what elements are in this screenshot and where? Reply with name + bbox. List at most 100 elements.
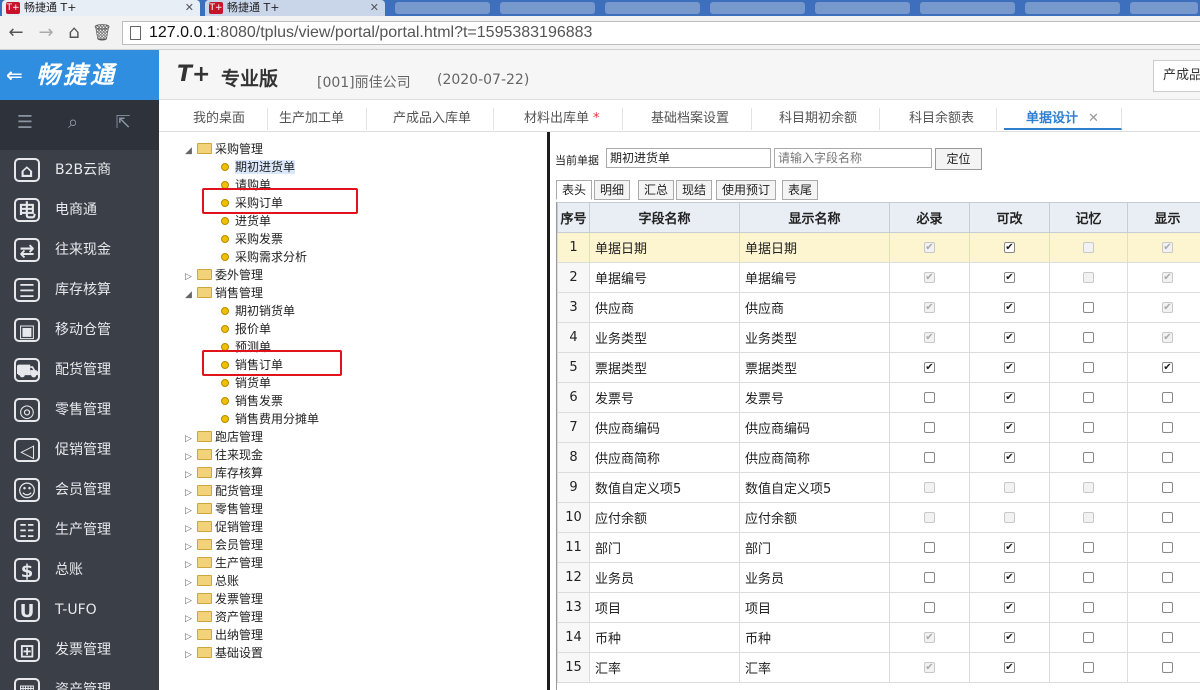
locate-button[interactable]: 定位 xyxy=(935,148,982,170)
url-input[interactable]: 127.0.0.1:8080/tplus/view/portal/portal.… xyxy=(122,21,1200,45)
function-tab[interactable]: 科目期初余额 xyxy=(757,108,881,130)
sidebar-item-4[interactable]: ☰ 库存核算 xyxy=(0,270,159,310)
table-row[interactable]: 5 票据类型 票据类型 xyxy=(557,352,1200,383)
editable-checkbox[interactable] xyxy=(1004,422,1015,433)
display-name-cell[interactable]: 应付余额 xyxy=(739,502,890,533)
tree-folder[interactable]: ▷ 资产管理 xyxy=(185,608,263,626)
current-bill-field[interactable]: 期初进货单 xyxy=(606,148,771,168)
memory-checkbox[interactable] xyxy=(1083,542,1094,553)
memory-checkbox[interactable] xyxy=(1083,572,1094,583)
browser-tab-collapsed[interactable] xyxy=(395,2,490,14)
browser-tab-collapsed[interactable] xyxy=(710,2,805,14)
required-checkbox[interactable] xyxy=(924,362,935,373)
required-checkbox[interactable] xyxy=(924,452,935,463)
forward-icon[interactable]: → xyxy=(36,22,56,44)
visible-checkbox[interactable] xyxy=(1162,422,1173,433)
function-tab[interactable]: 我的桌面 xyxy=(171,108,269,130)
sidebar-item-5[interactable]: ▣ 移动仓管 xyxy=(0,310,159,350)
tree-folder[interactable]: ◢ 采购管理 xyxy=(185,140,263,158)
search-icon[interactable]: ⌕ xyxy=(62,112,84,134)
editable-checkbox[interactable] xyxy=(1004,392,1015,403)
display-name-cell[interactable]: 项目 xyxy=(739,592,890,623)
sidebar-item-7[interactable]: ◎ 零售管理 xyxy=(0,390,159,430)
sidebar-item-14[interactable]: ▦ 资产管理 xyxy=(0,670,159,690)
table-row[interactable]: 13 项目 项目 xyxy=(557,592,1200,623)
memory-checkbox[interactable] xyxy=(1083,452,1094,463)
memory-checkbox[interactable] xyxy=(1083,332,1094,343)
required-checkbox[interactable] xyxy=(924,392,935,403)
function-tab[interactable]: 基础档案设置 xyxy=(629,108,753,130)
visible-checkbox[interactable] xyxy=(1162,392,1173,403)
browser-tab-collapsed[interactable] xyxy=(815,2,910,14)
display-name-cell[interactable]: 单据编号 xyxy=(739,262,890,293)
table-row[interactable]: 14 币种 币种 xyxy=(557,622,1200,653)
tree-leaf[interactable]: 销货单 xyxy=(221,374,271,392)
tree-folder[interactable]: ▷ 会员管理 xyxy=(185,536,263,554)
tree-folder[interactable]: ▷ 出纳管理 xyxy=(185,626,263,644)
editable-checkbox[interactable] xyxy=(1004,632,1015,643)
browser-tab-collapsed[interactable] xyxy=(605,2,700,14)
table-row[interactable]: 9 数值自定义项5 数值自定义项5 xyxy=(557,472,1200,503)
sidebar-item-1[interactable]: ⌂ B2B云商 xyxy=(0,150,159,190)
back-icon[interactable]: ← xyxy=(6,22,26,44)
visible-checkbox[interactable] xyxy=(1162,362,1173,373)
editable-checkbox[interactable] xyxy=(1004,272,1015,283)
sidebar-item-11[interactable]: $ 总账 xyxy=(0,550,159,590)
editable-checkbox[interactable] xyxy=(1004,302,1015,313)
tree-leaf[interactable]: 进货单 xyxy=(221,212,271,230)
table-row[interactable]: 15 汇率 汇率 xyxy=(557,652,1200,683)
function-tab[interactable]: 材料出库单 * xyxy=(502,108,623,130)
tree-leaf[interactable]: 采购发票 xyxy=(221,230,283,248)
memory-checkbox[interactable] xyxy=(1083,302,1094,313)
visible-checkbox[interactable] xyxy=(1162,662,1173,673)
close-tab-icon[interactable]: ✕ xyxy=(370,0,379,16)
section-tab[interactable]: 明细 xyxy=(594,180,631,200)
function-tab[interactable]: 产成品入库单 xyxy=(371,108,495,130)
function-tab[interactable]: 科目余额表 xyxy=(887,108,998,130)
tree-folder[interactable]: ▷ 委外管理 xyxy=(185,266,263,284)
sidebar-item-6[interactable]: ⛟ 配货管理 xyxy=(0,350,159,390)
tree-folder[interactable]: ◢ 销售管理 xyxy=(185,284,263,302)
tree-folder[interactable]: ▷ 零售管理 xyxy=(185,500,263,518)
tree-leaf[interactable]: 销售发票 xyxy=(221,392,283,410)
section-tab[interactable]: 使用预订 xyxy=(716,180,777,200)
field-search-input[interactable] xyxy=(774,148,932,168)
expand-arrow-icon[interactable]: ▷ xyxy=(185,646,197,664)
display-name-cell[interactable]: 供应商 xyxy=(739,292,890,323)
section-tab[interactable]: 汇总 xyxy=(638,180,675,200)
editable-checkbox[interactable] xyxy=(1004,242,1015,253)
tree-folder[interactable]: ▷ 配货管理 xyxy=(185,482,263,500)
table-row[interactable]: 6 发票号 发票号 xyxy=(557,382,1200,413)
trash-icon[interactable]: 🗑 xyxy=(92,22,112,44)
close-tab-icon[interactable]: ✕ xyxy=(185,0,194,16)
tree-folder[interactable]: ▷ 促销管理 xyxy=(185,518,263,536)
table-row[interactable]: 7 供应商编码 供应商编码 xyxy=(557,412,1200,443)
sidebar-item-9[interactable]: ☺ 会员管理 xyxy=(0,470,159,510)
required-checkbox[interactable] xyxy=(924,422,935,433)
section-tab[interactable]: 表尾 xyxy=(782,180,819,200)
sidebar-item-10[interactable]: ☷ 生产管理 xyxy=(0,510,159,550)
sidebar-item-12[interactable]: U T-UFO xyxy=(0,590,159,630)
memory-checkbox[interactable] xyxy=(1083,602,1094,613)
browser-tab-collapsed[interactable] xyxy=(1130,2,1198,14)
table-row[interactable]: 10 应付余额 应付余额 xyxy=(557,502,1200,533)
table-row[interactable]: 11 部门 部门 xyxy=(557,532,1200,563)
editable-checkbox[interactable] xyxy=(1004,602,1015,613)
table-row[interactable]: 1 单据日期 单据日期 xyxy=(557,232,1200,263)
panel-splitter[interactable] xyxy=(547,132,550,690)
display-name-cell[interactable]: 发票号 xyxy=(739,382,890,413)
browser-tab-collapsed[interactable] xyxy=(1025,2,1120,14)
display-name-cell[interactable]: 供应商编码 xyxy=(739,412,890,443)
visible-checkbox[interactable] xyxy=(1162,632,1173,643)
display-name-cell[interactable]: 业务类型 xyxy=(739,322,890,353)
table-row[interactable]: 2 单据编号 单据编号 xyxy=(557,262,1200,293)
tree-folder[interactable]: ▷ 生产管理 xyxy=(185,554,263,572)
visible-checkbox[interactable] xyxy=(1162,602,1173,613)
visible-checkbox[interactable] xyxy=(1162,572,1173,583)
memory-checkbox[interactable] xyxy=(1083,392,1094,403)
tree-folder[interactable]: ▷ 发票管理 xyxy=(185,590,263,608)
sidebar-item-13[interactable]: ⊞ 发票管理 xyxy=(0,630,159,670)
tree-folder[interactable]: ▷ 总账 xyxy=(185,572,239,590)
tree-folder[interactable]: ▷ 往来现金 xyxy=(185,446,263,464)
back-arrow-icon[interactable]: ⇐ xyxy=(6,50,26,100)
